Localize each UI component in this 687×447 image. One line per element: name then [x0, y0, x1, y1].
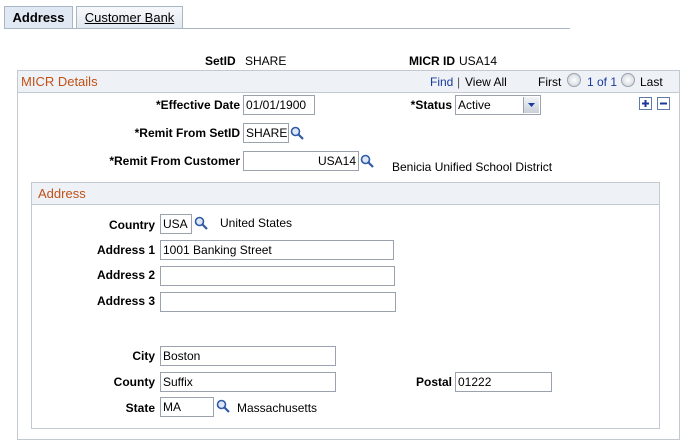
minus-icon — [660, 102, 667, 105]
state-field[interactable]: MA — [160, 397, 214, 417]
search-icon[interactable] — [360, 154, 374, 168]
remit-setid-field[interactable]: SHARE — [243, 123, 289, 143]
page-info: 1 of 1 — [587, 75, 618, 89]
next-row-icon[interactable] — [621, 73, 635, 87]
address3-label: Address 3 — [96, 294, 155, 308]
county-label: County — [113, 375, 155, 389]
state-label: State — [125, 401, 155, 415]
state-name: Massachusetts — [237, 401, 318, 415]
tab-address[interactable]: Address — [4, 6, 73, 29]
setid-label: SetID — [205, 54, 236, 68]
effective-date-label: *Effective Date — [155, 98, 240, 112]
remit-customer-field[interactable]: USA14 — [243, 151, 359, 171]
search-icon[interactable] — [216, 399, 230, 413]
address-title: Address — [38, 186, 86, 201]
nav-separator: | — [457, 75, 461, 89]
address1-label: Address 1 — [96, 243, 155, 257]
county-field[interactable]: Suffix — [160, 372, 336, 392]
customer-name: Benicia Unified School District — [392, 160, 553, 174]
tab-address-label: Address — [12, 10, 65, 25]
address-header: Address — [32, 183, 659, 205]
status-select[interactable]: Active — [455, 95, 541, 115]
city-field[interactable]: Boston — [160, 346, 336, 366]
search-icon[interactable] — [194, 216, 208, 230]
address2-field[interactable] — [160, 266, 395, 286]
tab-divider — [4, 28, 570, 29]
chevron-down-icon — [523, 97, 539, 113]
find-link[interactable]: Find — [430, 75, 453, 89]
address1-field[interactable]: 1001 Banking Street — [160, 240, 394, 260]
micrid-value: USA14 — [459, 54, 498, 68]
city-label: City — [132, 349, 155, 363]
status-label: *Status — [410, 98, 452, 112]
status-value: Active — [458, 98, 491, 112]
micr-details-title: MICR Details — [21, 74, 98, 89]
address3-field[interactable] — [160, 292, 396, 312]
remit-setid-label: *Remit From SetID — [134, 126, 240, 140]
tab-customer-bank[interactable]: Customer Bank — [76, 6, 183, 28]
tab-customer-bank-label: Customer Bank — [84, 10, 175, 25]
postal-label: Postal — [415, 375, 452, 389]
micrid-label: MICR ID — [409, 54, 455, 68]
last-label: Last — [640, 75, 663, 89]
first-label: First — [538, 75, 562, 89]
view-all-link[interactable]: View All — [465, 75, 507, 89]
address2-label: Address 2 — [96, 268, 155, 282]
micr-details-header: MICR Details Find | View All First 1 of … — [18, 71, 679, 93]
previous-row-icon[interactable] — [567, 73, 581, 87]
setid-value: SHARE — [245, 54, 287, 68]
add-row-button[interactable] — [639, 97, 652, 110]
remit-customer-label: *Remit From Customer — [109, 154, 240, 168]
country-label: Country — [109, 218, 155, 232]
effective-date-field[interactable]: 01/01/1900 — [243, 95, 315, 115]
delete-row-button[interactable] — [657, 97, 670, 110]
search-icon[interactable] — [290, 126, 304, 140]
country-field[interactable]: USA — [160, 214, 192, 234]
country-name: United States — [220, 216, 293, 230]
postal-field[interactable]: 01222 — [455, 372, 552, 392]
plus-icon — [642, 100, 649, 107]
